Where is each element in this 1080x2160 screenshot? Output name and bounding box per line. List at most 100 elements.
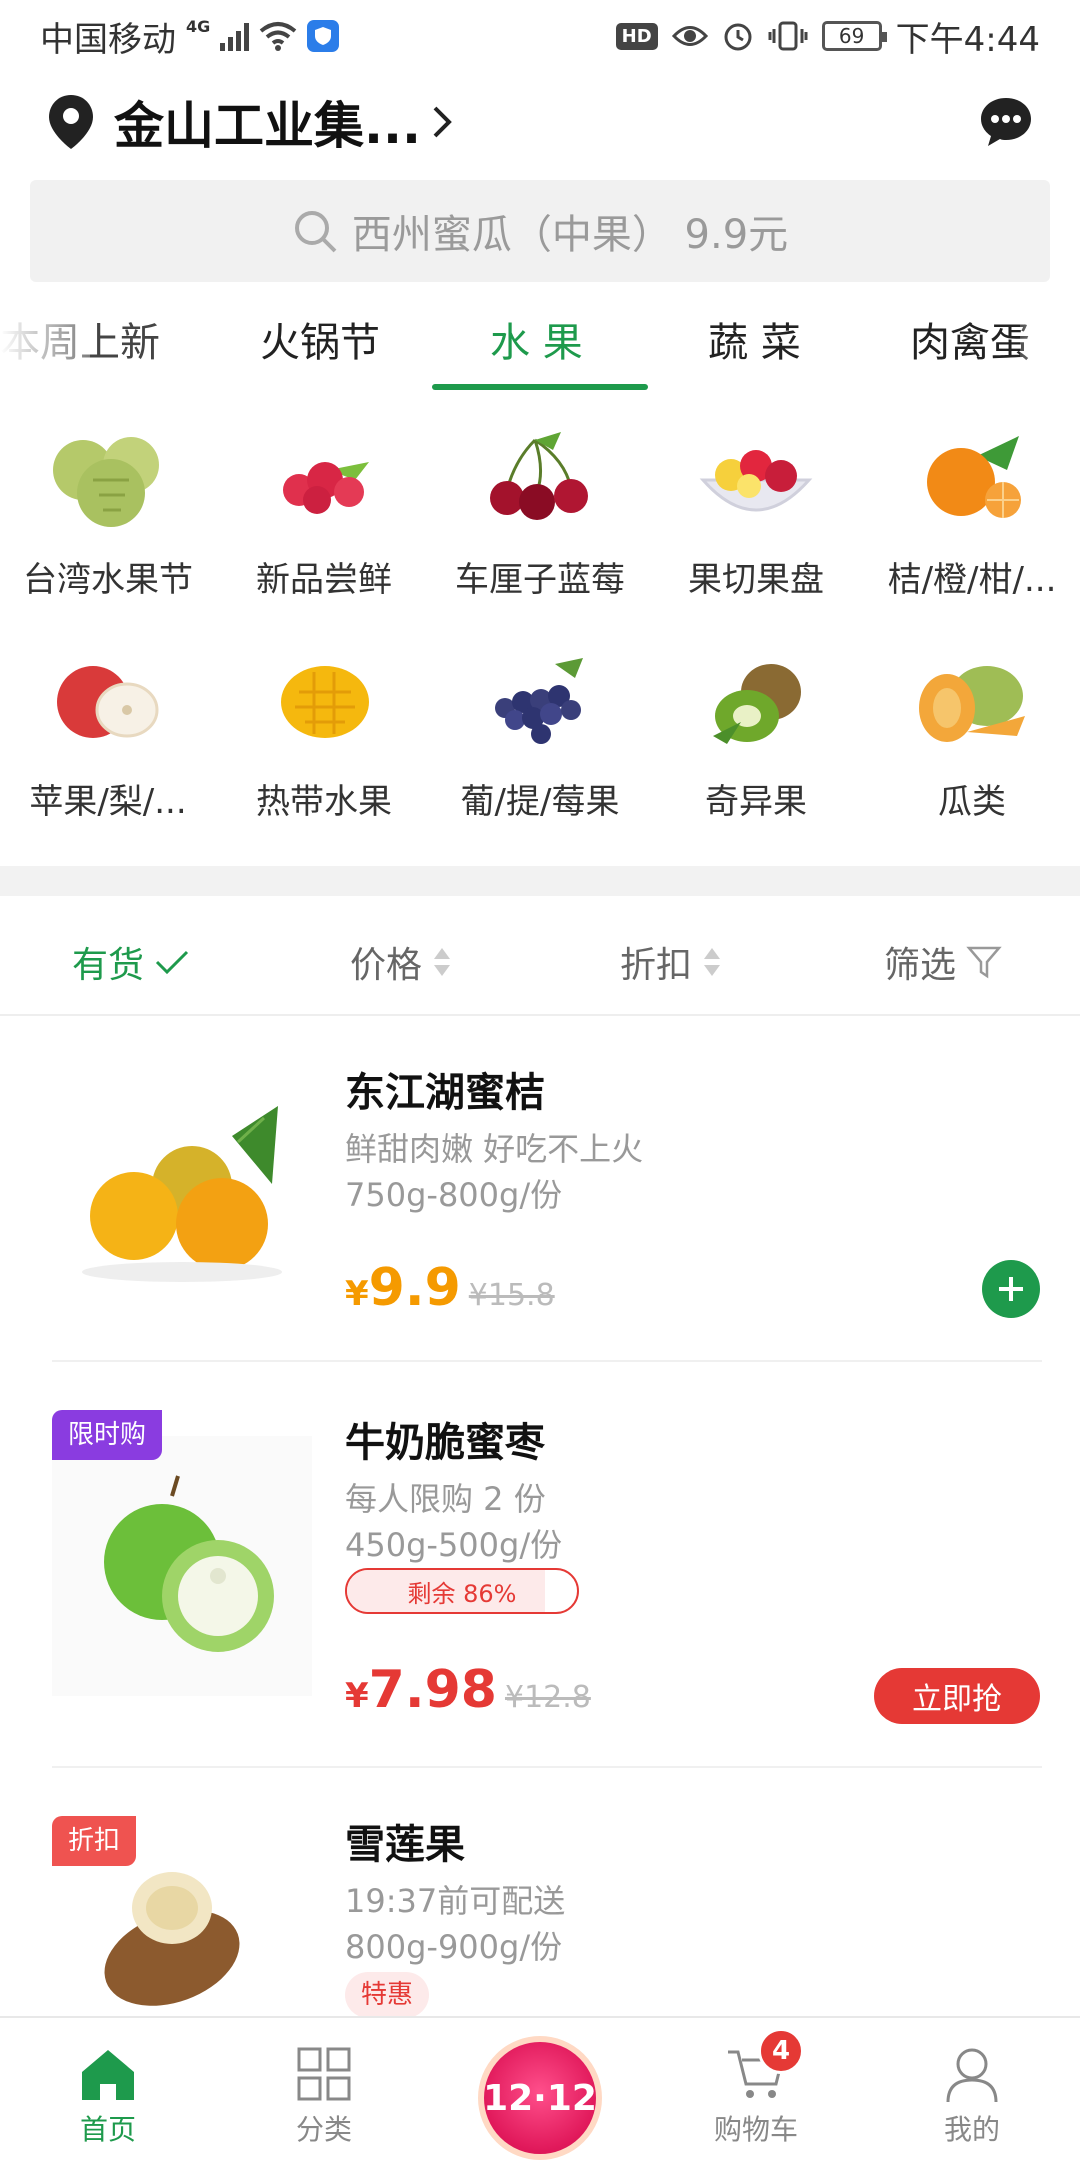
flash-sale-badge: 限时购	[52, 1410, 163, 1460]
active-tab-indicator	[432, 384, 648, 390]
product-weight: 750g-800g/份	[345, 1176, 563, 1214]
raspberry-icon	[254, 420, 394, 540]
product-name: 东江湖蜜桔	[345, 1070, 545, 1116]
subcategory-label: 苹果/梨/...	[29, 782, 187, 822]
subcategory-label: 瓜类	[938, 782, 1006, 822]
subcategory-label: 果切果盘	[688, 560, 824, 600]
eye-comfort-icon	[671, 26, 708, 46]
buy-now-button[interactable]: 立即抢	[874, 1668, 1040, 1724]
vibrate-icon	[768, 21, 808, 51]
product-price: ¥ 9.9 ¥15.8	[345, 1258, 555, 1318]
product-card[interactable]: 限时购 牛奶脆蜜枣 每人限购 2 份 450g-500g/份 剩余 86% ¥ …	[0, 1362, 1080, 1768]
sort-price-label: 价格	[350, 945, 423, 986]
sort-filter-bar: 有货 价格 折扣 筛选	[0, 896, 1080, 1016]
apple-icon	[38, 642, 178, 762]
subcategory-label: 台湾水果节	[23, 560, 193, 600]
nav-mine[interactable]: 我的	[864, 2046, 1080, 2148]
custard-apple-icon	[38, 420, 178, 540]
product-card[interactable]: 折扣 雪莲果 19:37前可配送 800g-900g/份 特惠	[0, 1768, 1080, 2016]
nav-category[interactable]: 分类	[216, 2046, 432, 2148]
signal-icon	[220, 21, 250, 51]
grid-icon	[297, 2047, 351, 2101]
price-value: 7.98	[368, 1660, 497, 1720]
chat-bubble-icon[interactable]	[978, 94, 1034, 150]
nav-mine-label: 我的	[943, 2113, 1000, 2146]
check-icon	[155, 950, 189, 975]
stock-label: 剩余 86%	[407, 1579, 517, 1608]
grapes-icon	[470, 642, 610, 762]
subcategory-item[interactable]: 果切果盘	[648, 420, 864, 630]
filter-button[interactable]: 筛选	[884, 936, 1002, 988]
subcategory-item[interactable]: 车厘子蓝莓	[432, 420, 648, 630]
filter-label: 筛选	[884, 945, 957, 986]
subcategory-label: 葡/提/莓果	[460, 782, 620, 822]
fruit-platter-icon	[686, 420, 826, 540]
search-placeholder: 西州蜜瓜（中果） 9.9元	[351, 212, 789, 258]
subcategory-label: 桔/橙/柑/...	[887, 560, 1057, 600]
sort-price[interactable]: 价格	[350, 936, 452, 988]
subcategory-item[interactable]: 瓜类	[864, 642, 1080, 852]
discount-badge: 折扣	[52, 1816, 137, 1866]
subcategory-label: 奇异果	[705, 782, 807, 822]
subcategory-item[interactable]: 新品尝鲜	[216, 420, 432, 630]
funnel-icon	[966, 946, 1002, 979]
search-bar[interactable]: 西州蜜瓜（中果） 9.9元	[30, 180, 1050, 282]
product-weight: 450g-500g/份	[345, 1526, 563, 1564]
sort-discount[interactable]: 折扣	[620, 936, 722, 988]
subcategory-item[interactable]: 桔/橙/柑/...	[864, 420, 1080, 630]
section-divider	[0, 866, 1080, 896]
delivery-location[interactable]: 金山工业集...	[114, 86, 421, 158]
tab-hotpot[interactable]: 火锅节	[260, 310, 380, 368]
subcategory-item[interactable]: 葡/提/莓果	[432, 642, 648, 852]
product-name: 雪莲果	[345, 1822, 465, 1868]
product-subtitle: 鲜甜肉嫩 好吃不上火	[345, 1130, 644, 1168]
subcategory-item[interactable]: 奇异果	[648, 642, 864, 852]
subcategory-item[interactable]: 苹果/梨/...	[0, 642, 216, 852]
currency-symbol: ¥	[345, 1274, 369, 1314]
subcategory-label: 热带水果	[256, 782, 392, 822]
sort-discount-label: 折扣	[620, 945, 693, 986]
subcategory-label: 新品尝鲜	[256, 560, 392, 600]
product-weight: 800g-900g/份	[345, 1928, 563, 1966]
nav-cart-label: 购物车	[713, 2113, 798, 2146]
cart-count-badge: 4	[758, 2028, 804, 2074]
product-name: 牛奶脆蜜枣	[345, 1420, 545, 1466]
location-header: 金山工业集...	[0, 72, 1080, 172]
melon-icon	[902, 642, 1042, 762]
promo-1212-button[interactable]: 12·12	[478, 2036, 602, 2160]
category-tabs: 本周上新 火锅节 水 果 蔬 菜 肉禽蛋	[0, 300, 1080, 392]
alarm-icon	[724, 23, 752, 51]
status-bar: 中国移动 4G HD 69 下午4:44	[0, 0, 1080, 72]
original-price: ¥15.8	[468, 1278, 555, 1313]
nav-home-label: 首页	[79, 2113, 136, 2146]
filter-in-stock[interactable]: 有货	[72, 936, 190, 988]
tab-vegetables[interactable]: 蔬 菜	[708, 310, 801, 368]
orange-icon	[902, 420, 1042, 540]
plus-icon	[999, 1277, 1023, 1301]
product-price: ¥ 7.98 ¥12.8	[345, 1660, 591, 1720]
clock: 下午4:44	[895, 19, 1040, 60]
security-shield-icon	[307, 20, 340, 52]
product-subtitle: 每人限购 2 份	[345, 1480, 546, 1518]
nav-home[interactable]: 首页	[0, 2046, 216, 2148]
stock-remaining-bar: 剩余 86%	[345, 1568, 579, 1614]
tabs-fade-left	[0, 300, 90, 392]
tab-meat-eggs[interactable]: 肉禽蛋	[910, 310, 1030, 368]
nav-cart[interactable]: 购物车	[648, 2046, 864, 2148]
user-icon	[946, 2048, 998, 2102]
special-offer-tag: 特惠	[345, 1972, 430, 2016]
subcategory-grid: 台湾水果节 新品尝鲜 车厘子蓝莓 果切果盘 桔/橙/柑/... 苹果/梨/...	[0, 420, 1080, 840]
cherry-icon	[470, 420, 610, 540]
add-to-cart-button[interactable]	[982, 1260, 1040, 1318]
tab-fruit[interactable]: 水 果	[490, 310, 583, 368]
product-card[interactable]: 东江湖蜜桔 鲜甜肉嫩 好吃不上火 750g-800g/份 ¥ 9.9 ¥15.8	[0, 1016, 1080, 1362]
subcategory-item[interactable]: 热带水果	[216, 642, 432, 852]
original-price: ¥12.8	[504, 1680, 591, 1715]
home-icon	[82, 2050, 134, 2100]
sort-arrows-icon	[704, 948, 721, 976]
hd-voice-icon: HD	[615, 22, 658, 50]
subcategory-item[interactable]: 台湾水果节	[0, 420, 216, 630]
chevron-right-icon[interactable]	[431, 104, 455, 140]
kiwi-icon	[686, 642, 826, 762]
nav-category-label: 分类	[295, 2113, 352, 2146]
